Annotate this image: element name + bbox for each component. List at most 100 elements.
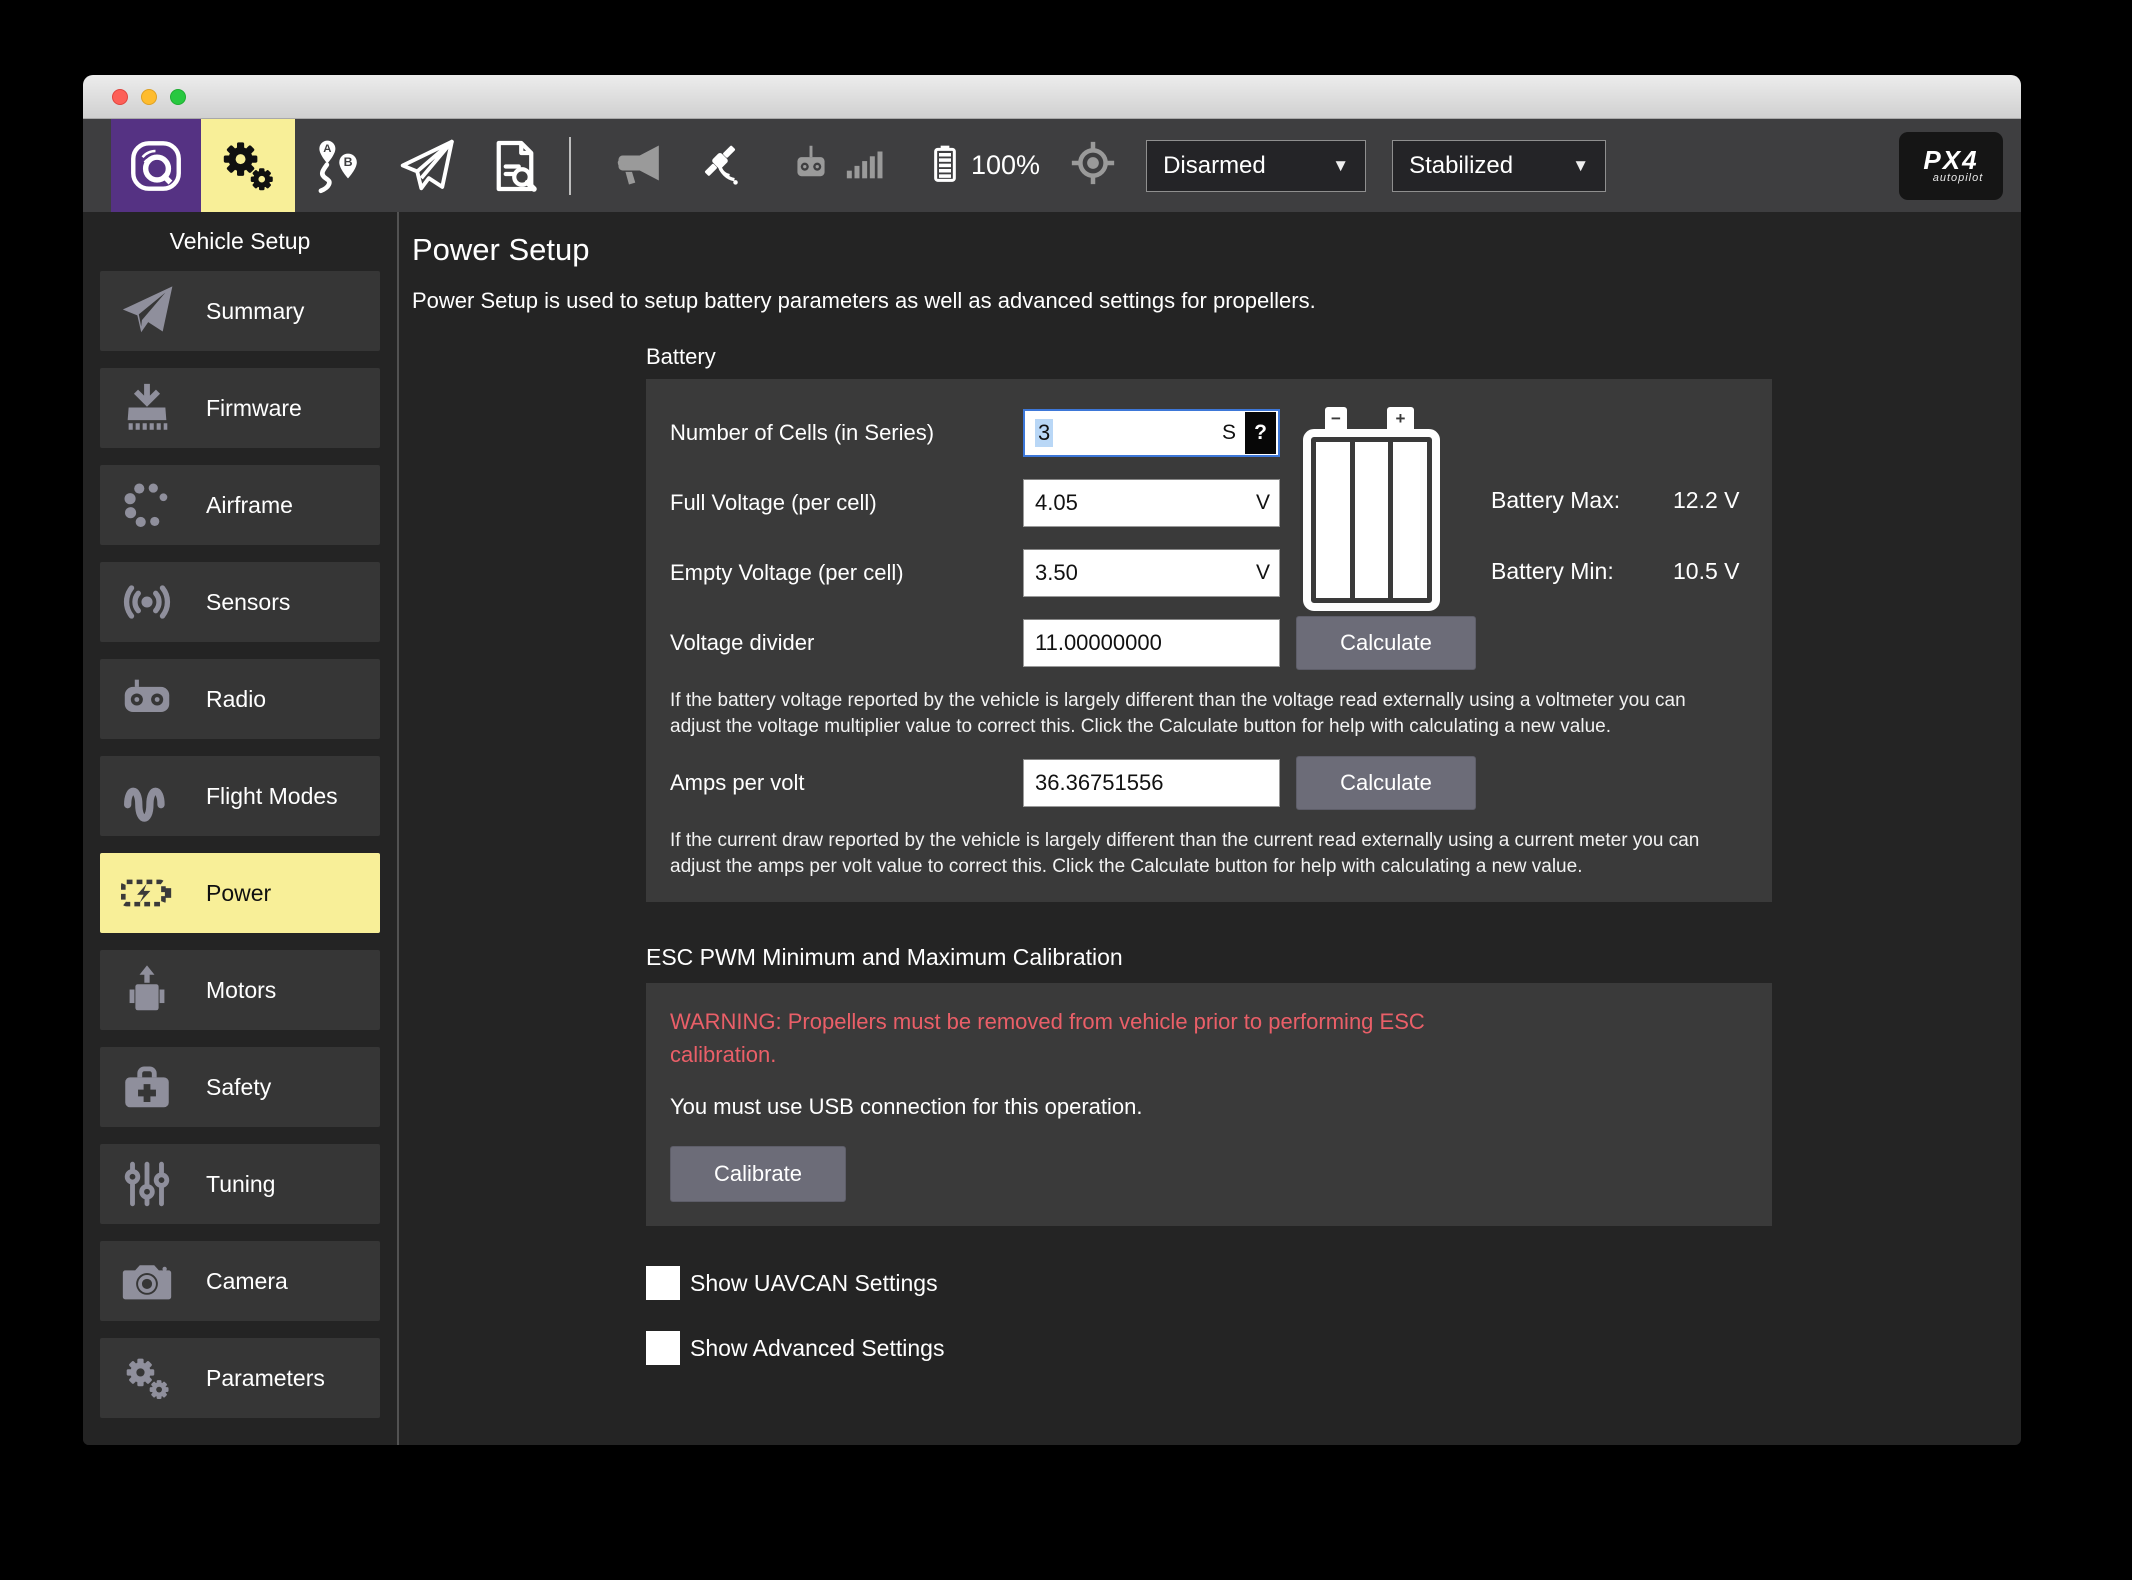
motors-icon [114, 960, 180, 1020]
show-advanced-settings-row: Show Advanced Settings [646, 1331, 2021, 1365]
log-document-search-icon [485, 136, 545, 196]
voltage-divider-label: Voltage divider [670, 630, 815, 655]
battery-graphic: − + [1303, 407, 1440, 611]
sidebar-item-label: Radio [206, 685, 267, 712]
amps-per-volt-calculate-button[interactable]: Calculate [1296, 756, 1476, 810]
flight-mode-value: Stabilized [1409, 151, 1514, 179]
sidebar-item-label: Parameters [206, 1364, 325, 1391]
tuning-icon [114, 1154, 180, 1214]
battery-min-label: Battery Min: [1491, 558, 1614, 584]
sidebar-item-safety[interactable]: Safety [100, 1047, 380, 1127]
sidebar-item-motors[interactable]: Motors [100, 950, 380, 1030]
sensors-icon [114, 572, 180, 632]
armed-state-dropdown[interactable]: Disarmed ▼ [1146, 139, 1367, 192]
vehicle-messages-indicator[interactable] [611, 135, 667, 196]
full-voltage-value: 4.05 [1035, 490, 1078, 515]
show-advanced-settings-label: Show Advanced Settings [690, 1334, 945, 1361]
sidebar-item-label: Summary [206, 297, 305, 324]
page-description: Power Setup is used to setup battery par… [412, 288, 1316, 313]
amps-per-volt-label: Amps per volt [670, 770, 805, 795]
sidebar-item-flight-modes[interactable]: Flight Modes [100, 756, 380, 836]
battery-max-label: Battery Max: [1491, 487, 1621, 513]
traffic-lights [112, 88, 186, 105]
gps-lock-indicator[interactable] [1066, 136, 1120, 195]
sidebar-item-camera[interactable]: Camera [100, 1241, 380, 1321]
number-of-cells-input[interactable]: 3 S ? [1023, 409, 1280, 457]
calibrate-button[interactable]: Calibrate [670, 1146, 846, 1202]
sidebar-item-summary[interactable]: Summary [100, 271, 380, 351]
vehicle-setup-tab[interactable] [201, 119, 295, 212]
show-advanced-settings-checkbox[interactable] [646, 1331, 680, 1365]
esc-section-title: ESC PWM Minimum and Maximum Calibration [646, 944, 1123, 970]
flight-modes-icon [114, 766, 180, 826]
close-button[interactable] [112, 88, 128, 105]
battery-panel: Number of Cells (in Series) 3 S ? Full V… [646, 379, 1772, 902]
sidebar-item-power[interactable]: Power [100, 853, 380, 933]
svg-text:A: A [323, 143, 331, 155]
cells-unit: S [1221, 421, 1236, 444]
toolbar-divider [569, 136, 571, 195]
rc-rssi-indicator[interactable] [789, 137, 889, 194]
megaphone-icon [611, 135, 667, 196]
voltage-divider-calculate-button[interactable]: Calculate [1296, 616, 1476, 670]
sidebar-item-sensors[interactable]: Sensors [100, 562, 380, 642]
qgc-q-icon [125, 135, 187, 197]
empty-voltage-label: Empty Voltage (per cell) [670, 560, 904, 585]
battery-icon [925, 135, 965, 196]
sidebar-item-firmware[interactable]: Firmware [100, 368, 380, 448]
sidebar-item-radio[interactable]: Radio [100, 659, 380, 739]
camera-icon [114, 1251, 180, 1311]
sidebar-item-airframe[interactable]: Airframe [100, 465, 380, 545]
sidebar-item-label: Firmware [206, 394, 302, 421]
vehicle-setup-sidebar: Vehicle Setup Summary Firmware Airframe Sen… [83, 212, 399, 1445]
empty-voltage-input[interactable]: 3.50 V [1023, 549, 1280, 597]
armed-state-value: Disarmed [1163, 151, 1266, 179]
amps-per-volt-value: 36.36751556 [1035, 770, 1164, 795]
qgroundcontrol-window: A B 100% Disarmed ▼ Stabilized ▼ PX4 aut… [83, 75, 2021, 1445]
analyze-view-button[interactable] [471, 119, 559, 212]
airframe-icon [114, 475, 180, 535]
plan-view-button[interactable]: A B [295, 119, 383, 212]
flight-mode-dropdown[interactable]: Stabilized ▼ [1392, 139, 1607, 192]
esc-usb-note: You must use USB connection for this ope… [670, 1094, 1143, 1119]
fly-view-button[interactable] [383, 119, 471, 212]
satellite-icon [693, 136, 747, 195]
full-voltage-unit: V [1255, 491, 1270, 514]
battery-status-indicator[interactable]: 100% [925, 135, 1044, 196]
paper-plane-outline-icon [396, 135, 458, 197]
battery-body [1303, 429, 1440, 611]
sidebar-item-parameters[interactable]: Parameters [100, 1338, 380, 1418]
sidebar-item-tuning[interactable]: Tuning [100, 1144, 380, 1224]
px4-autopilot-logo: PX4 autopilot [1899, 131, 2003, 200]
voltage-divider-value: 11.00000000 [1035, 630, 1162, 655]
qgc-logo-button[interactable] [111, 119, 201, 212]
show-uavcan-settings-row: Show UAVCAN Settings [646, 1266, 2021, 1300]
settings-gears-icon [215, 133, 281, 199]
amps-per-volt-input[interactable]: 36.36751556 [1023, 759, 1280, 807]
waypoints-plan-icon: A B [308, 135, 370, 197]
sidebar-item-label: Airframe [206, 491, 293, 518]
battery-max-value: 12.2 V [1673, 487, 1740, 513]
parameters-icon [114, 1348, 180, 1408]
full-voltage-input[interactable]: 4.05 V [1023, 479, 1280, 527]
cells-label: Number of Cells (in Series) [670, 420, 935, 445]
chevron-down-icon: ▼ [1572, 155, 1590, 175]
voltage-divider-input[interactable]: 11.00000000 [1023, 619, 1280, 667]
zoom-button[interactable] [170, 88, 186, 105]
show-uavcan-settings-checkbox[interactable] [646, 1266, 680, 1300]
sidebar-item-label: Sensors [206, 588, 291, 615]
sidebar-item-label: Safety [206, 1073, 272, 1100]
rc-signal-bars-icon [843, 140, 889, 191]
parameter-help-button[interactable]: ? [1245, 412, 1276, 454]
battery-percentage: 100% [971, 150, 1041, 180]
minimize-button[interactable] [141, 88, 157, 105]
window-titlebar[interactable] [83, 75, 2021, 119]
empty-voltage-unit: V [1255, 561, 1270, 584]
sidebar-item-label: Motors [206, 976, 277, 1003]
gps-status-indicator[interactable] [693, 136, 747, 195]
power-icon [114, 863, 180, 923]
empty-voltage-value: 3.50 [1035, 560, 1078, 585]
show-uavcan-settings-label: Show UAVCAN Settings [690, 1269, 938, 1296]
battery-readout: Battery Max: 12.2 V Battery Min: 10.5 V [1491, 487, 1740, 629]
gps-target-icon [1066, 136, 1120, 195]
